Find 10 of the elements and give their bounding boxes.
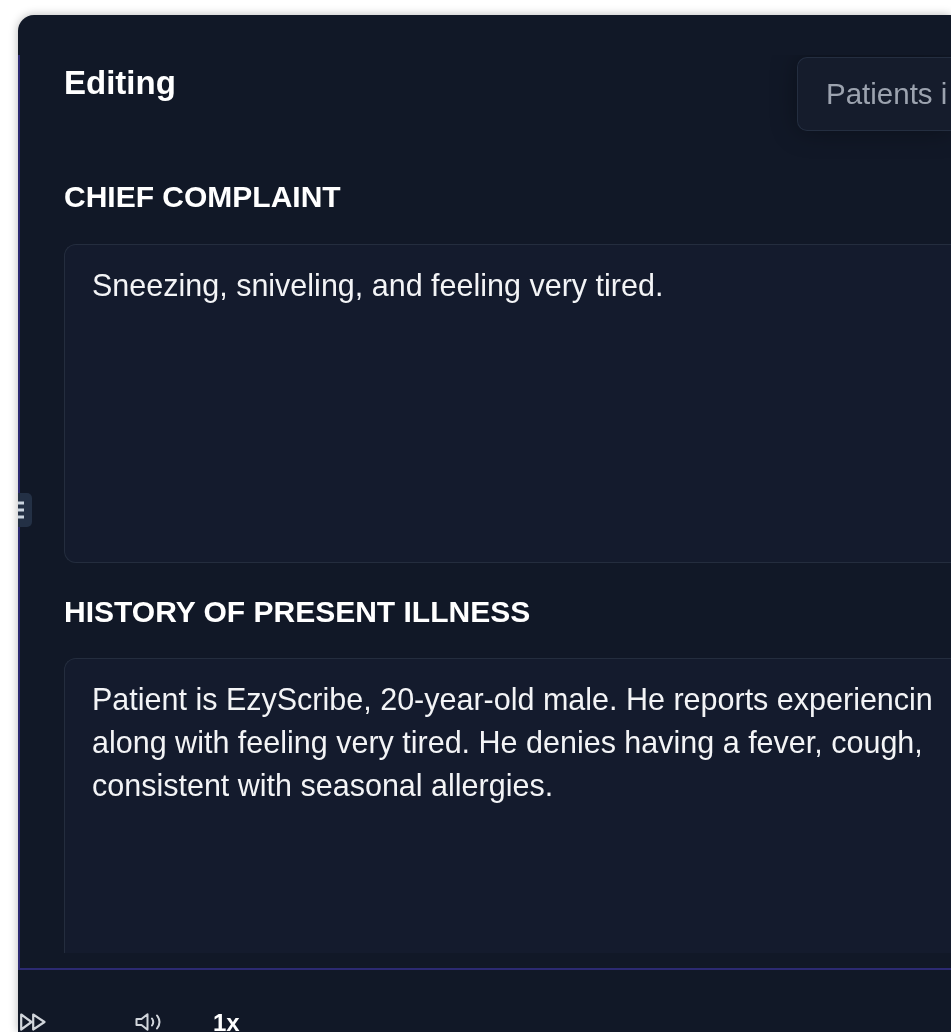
page-title: Editing bbox=[64, 63, 176, 103]
section-heading: CHIEF COMPLAINT bbox=[64, 179, 342, 215]
grip-icon bbox=[18, 501, 25, 519]
resize-handle[interactable] bbox=[18, 493, 32, 527]
fast-forward-icon[interactable] bbox=[20, 1013, 46, 1031]
patient-search-field[interactable]: Patients i bbox=[797, 57, 951, 131]
section-heading: HISTORY OF PRESENT ILLNESS bbox=[64, 594, 532, 630]
note-textarea[interactable]: Patient is EzyScribe, 20-year-old male. He reports experiencin along with feeling very tired. He denies having a fever, cough, consistent with seasonal allergies. bbox=[64, 658, 951, 953]
note-textarea[interactable]: Sneezing, sniveling, and feeling very tired. bbox=[64, 244, 951, 563]
playback-speed-button[interactable]: 1x bbox=[213, 1013, 240, 1032]
